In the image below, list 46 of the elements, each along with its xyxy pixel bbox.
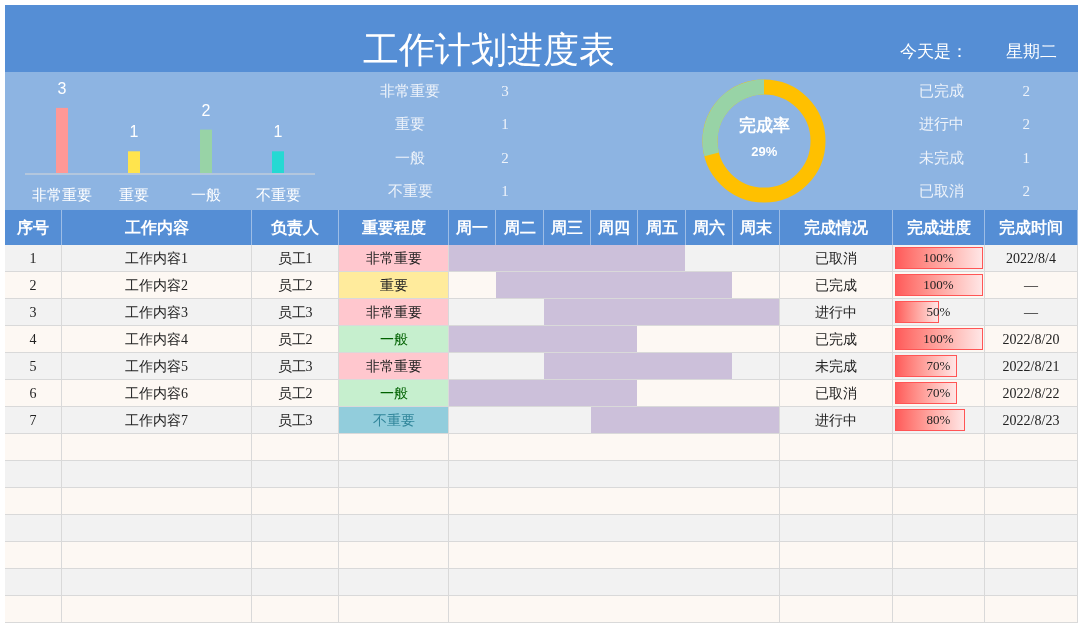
- importance-count: 2: [500, 148, 510, 168]
- progress-value: 70%: [925, 384, 952, 403]
- axis-label: 重要: [119, 186, 149, 203]
- status-count: 2: [1021, 81, 1031, 101]
- importance-cell: 一般: [339, 380, 449, 407]
- importance-label: 非常重要: [379, 81, 441, 101]
- status-label: 未完成: [917, 148, 965, 168]
- bar: [272, 151, 284, 173]
- bar: [200, 129, 212, 173]
- progress-value: 70%: [925, 357, 952, 376]
- status-count: 2: [1021, 182, 1031, 201]
- status-count: 2: [1021, 115, 1031, 134]
- today-label: 今天是：: [900, 40, 968, 63]
- status-label: 已完成: [917, 81, 965, 101]
- importance-count: 3: [500, 81, 510, 101]
- importance-count: 1: [500, 115, 510, 134]
- status-label: 已取消: [917, 182, 965, 201]
- axis-label: 一般: [191, 186, 221, 203]
- importance-label: 不重要: [386, 182, 434, 201]
- importance-cell: 重要: [339, 272, 449, 299]
- data-label: 3: [57, 79, 67, 97]
- importance-cell: 非常重要: [339, 245, 449, 272]
- progress-value: 100%: [922, 330, 955, 349]
- importance-count: 1: [500, 182, 510, 201]
- importance-cell: 非常重要: [339, 299, 449, 326]
- axis-label: 非常重要: [32, 186, 92, 203]
- data-label: 2: [201, 101, 211, 119]
- data-label: 1: [273, 123, 283, 141]
- importance-cell: 不重要: [339, 407, 449, 434]
- progress-value: 100%: [922, 276, 955, 295]
- status-count: 1: [1021, 148, 1031, 168]
- importance-label: 一般: [394, 148, 426, 168]
- page-title: 工作计划进度表: [363, 32, 615, 70]
- progress-value: 80%: [925, 411, 952, 430]
- progress-value: 100%: [922, 249, 955, 268]
- bar: [128, 151, 140, 173]
- importance-label: 重要: [394, 115, 426, 134]
- importance-cell: 非常重要: [339, 353, 449, 380]
- weekday-value: 星期二: [1006, 40, 1057, 63]
- data-label: 1: [129, 123, 139, 141]
- importance-cell: 一般: [339, 326, 449, 353]
- gauge-title: 完成率: [738, 114, 790, 136]
- axis-label: 不重要: [255, 186, 301, 203]
- bar: [56, 107, 68, 173]
- gauge-value: 29%: [751, 142, 778, 161]
- status-label: 进行中: [917, 115, 965, 134]
